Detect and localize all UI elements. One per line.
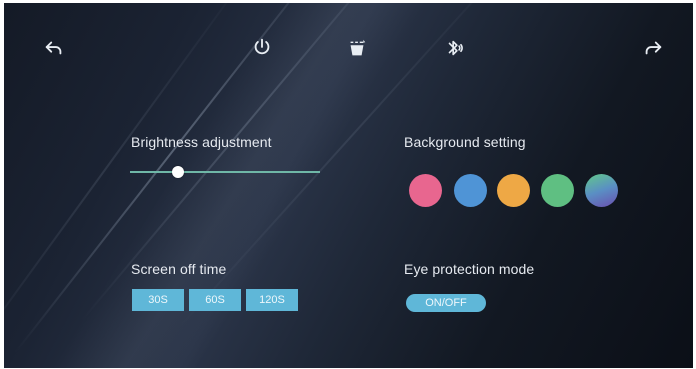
bluetooth-icon[interactable] — [442, 35, 468, 61]
eye-protection-toggle[interactable]: ON/OFF — [406, 294, 486, 312]
screen-off-time-label: Screen off time — [131, 261, 227, 277]
forward-arrow-icon[interactable] — [640, 35, 666, 61]
swatch-green[interactable] — [541, 174, 574, 207]
swatch-blue[interactable] — [454, 174, 487, 207]
brightness-label: Brightness adjustment — [131, 134, 272, 150]
background-setting-label: Background setting — [404, 134, 526, 150]
swatch-pink[interactable] — [409, 174, 442, 207]
brightness-slider-thumb[interactable] — [171, 166, 184, 178]
cup-icon[interactable] — [344, 35, 370, 61]
screen-off-120s-button[interactable]: 120S — [246, 289, 298, 311]
back-arrow-icon[interactable] — [41, 35, 67, 61]
swatch-orange[interactable] — [497, 174, 530, 207]
power-icon[interactable] — [249, 34, 275, 60]
brightness-slider-track[interactable] — [130, 171, 320, 173]
screen-off-30s-button[interactable]: 30S — [132, 289, 184, 311]
screen-off-60s-button[interactable]: 60S — [189, 289, 241, 311]
eye-protection-label: Eye protection mode — [404, 261, 535, 277]
swatch-gradient[interactable] — [585, 174, 618, 207]
